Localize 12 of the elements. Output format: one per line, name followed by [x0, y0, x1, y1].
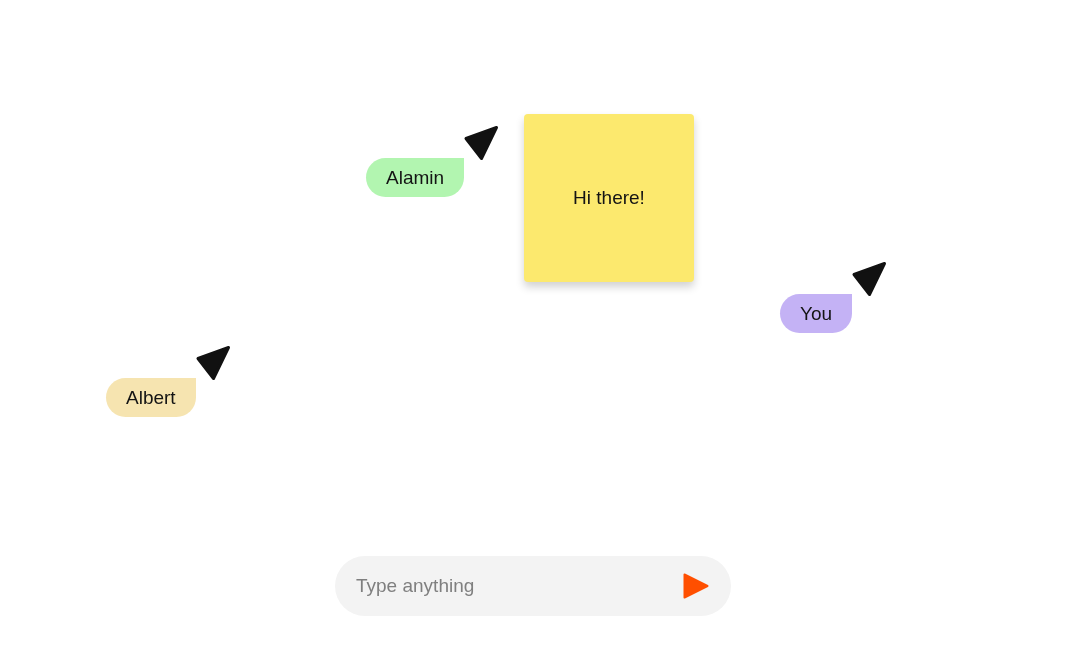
name-tag: You: [780, 294, 853, 333]
message-input[interactable]: Type anything: [356, 568, 674, 604]
note-text: Hi there!: [573, 187, 645, 209]
send-button[interactable]: [682, 572, 710, 600]
sticky-note[interactable]: Hi there!: [524, 114, 694, 282]
name-tag: Alamin: [366, 158, 465, 197]
cursor-arrow-icon: [463, 125, 500, 161]
message-bar[interactable]: Type anything: [335, 556, 731, 616]
cursor-arrow-icon: [194, 345, 231, 381]
cursor-arrow-icon: [851, 261, 888, 297]
name-tag: Albert: [106, 378, 196, 417]
send-icon: [683, 573, 709, 599]
